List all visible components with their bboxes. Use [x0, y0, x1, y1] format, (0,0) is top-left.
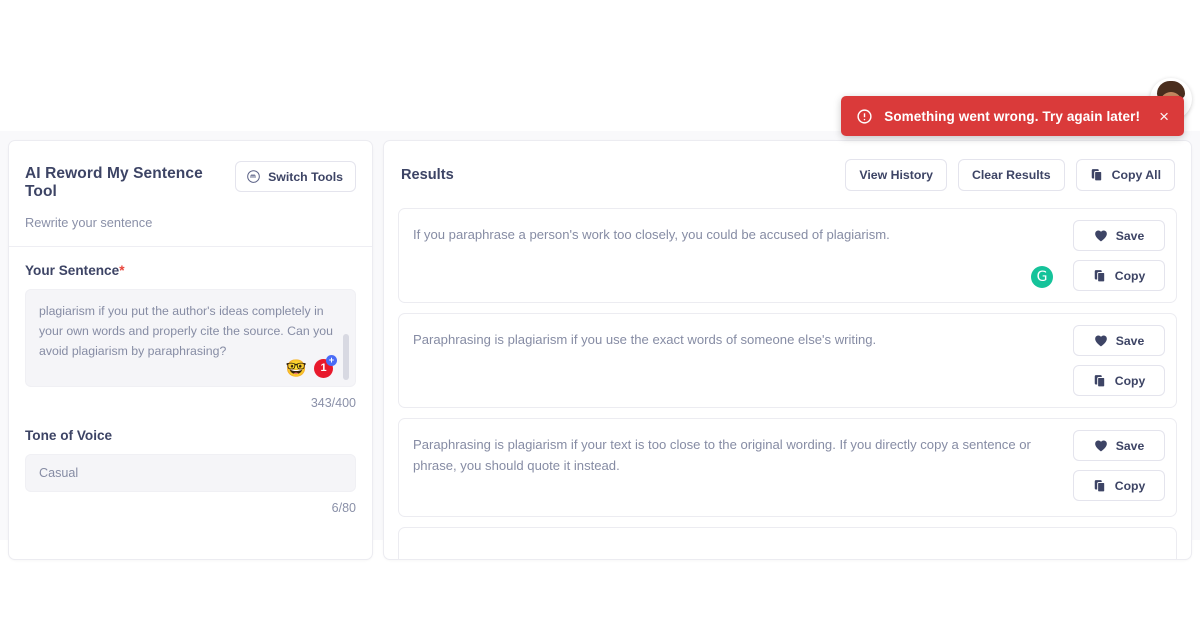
save-label: Save: [1115, 438, 1145, 453]
copy-all-label: Copy All: [1111, 168, 1161, 182]
sentence-field-label: Your Sentence*: [25, 263, 356, 278]
alert-circle-icon: [857, 108, 872, 124]
heart-icon: [1094, 230, 1107, 242]
result-actions: Save Copy: [1060, 209, 1176, 302]
results-title: Results: [401, 167, 454, 183]
switch-tools-icon: [247, 170, 260, 183]
sentence-input[interactable]: plagiarism if you put the author's ideas…: [25, 289, 356, 387]
copy-button[interactable]: Copy: [1073, 470, 1165, 501]
error-toast: Something went wrong. Try again later! ×: [841, 96, 1184, 136]
copy-label: Copy: [1114, 373, 1146, 388]
page-title: AI Reword My Sentence Tool: [25, 165, 203, 200]
result-card: If you paraphrase a person's work too cl…: [398, 208, 1177, 303]
heart-icon: [1094, 335, 1107, 347]
copy-button[interactable]: Copy: [1073, 260, 1165, 291]
switch-tools-button[interactable]: Switch Tools: [235, 161, 356, 192]
save-button[interactable]: Save: [1073, 325, 1165, 356]
copy-icon: [1091, 169, 1102, 182]
copy-icon: [1094, 479, 1105, 492]
sentence-badges: 🤓 1 +: [285, 355, 337, 378]
clear-results-button[interactable]: Clear Results: [957, 159, 1065, 191]
tone-input[interactable]: Casual: [25, 454, 356, 492]
toast-close-icon[interactable]: ×: [1151, 106, 1170, 127]
plus-badge-icon: +: [326, 355, 337, 366]
sentence-input-value: plagiarism if you put the author's ideas…: [39, 304, 333, 358]
results-panel: Results View History Clear Results Copy …: [383, 140, 1192, 560]
copy-button[interactable]: Copy: [1073, 365, 1165, 396]
switch-tools-label: Switch Tools: [268, 169, 343, 184]
result-card: Paraphrasing is plagiarism if your text …: [398, 418, 1177, 517]
tool-form: Your Sentence* plagiarism if you put the…: [9, 247, 372, 531]
textarea-scrollbar[interactable]: [343, 334, 349, 380]
heart-icon: [1094, 440, 1107, 452]
result-actions: Save Copy: [1060, 314, 1176, 407]
result-actions: Save Copy: [1060, 419, 1176, 516]
tone-field-label: Tone of Voice: [25, 428, 113, 443]
toast-message: Something went wrong. Try again later!: [884, 108, 1141, 124]
copy-label: Copy: [1114, 478, 1146, 493]
required-marker: *: [119, 263, 125, 278]
clear-results-label: Clear Results: [971, 168, 1051, 182]
tone-input-value: Casual: [39, 466, 79, 480]
notification-badge[interactable]: 1 +: [314, 355, 337, 378]
result-text: Paraphrasing is plagiarism if you use th…: [413, 332, 877, 347]
tool-panel: AI Reword My Sentence Tool Switch Tools …: [8, 140, 373, 560]
results-header: Results View History Clear Results Copy …: [384, 141, 1191, 208]
copy-icon: [1094, 269, 1105, 282]
copy-label: Copy: [1114, 268, 1146, 283]
tool-panel-header: AI Reword My Sentence Tool Switch Tools …: [9, 141, 372, 246]
tool-subtitle: Rewrite your sentence: [25, 215, 153, 230]
view-history-label: View History: [859, 168, 933, 182]
app-screenshot: Something went wrong. Try again later! ×…: [0, 0, 1200, 630]
results-actions: View History Clear Results Copy All: [845, 159, 1175, 191]
save-button[interactable]: Save: [1073, 220, 1165, 251]
results-list: If you paraphrase a person's work too cl…: [384, 208, 1191, 559]
sentence-label-text: Your Sentence: [25, 263, 120, 278]
result-text: Paraphrasing is plagiarism if your text …: [413, 437, 1031, 473]
save-label: Save: [1115, 228, 1145, 243]
save-label: Save: [1115, 333, 1145, 348]
sentence-counter: 343/400: [310, 396, 356, 410]
save-button[interactable]: Save: [1073, 430, 1165, 461]
result-text: If you paraphrase a person's work too cl…: [413, 227, 890, 242]
copy-all-button[interactable]: Copy All: [1075, 159, 1175, 191]
result-card: Paraphrasing is plagiarism if you use th…: [398, 313, 1177, 408]
result-card: [398, 527, 1177, 559]
copy-icon: [1094, 374, 1105, 387]
view-history-button[interactable]: View History: [845, 159, 947, 191]
tone-counter: 6/80: [331, 501, 356, 515]
grammarly-icon[interactable]: G: [1031, 266, 1053, 288]
nerd-face-emoji-icon: 🤓: [285, 359, 307, 378]
